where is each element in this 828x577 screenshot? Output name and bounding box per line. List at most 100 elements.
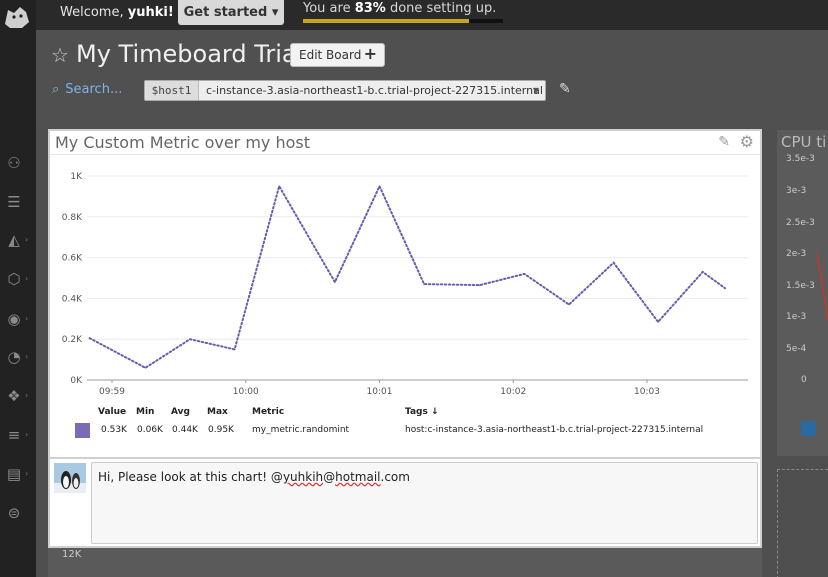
setup-progress-text: You are 83% done setting up.: [303, 1, 497, 16]
legend-metric: my_metric.randomint: [252, 425, 350, 435]
legend-header-tags[interactable]: Tags ↓: [405, 407, 439, 417]
board-header: ☆ My Timeboard Trial Edit Board + ⌕ Search…: [36, 30, 828, 126]
plus-icon: +: [363, 44, 377, 63]
monitors-alert-icon[interactable]: ◉: [4, 309, 24, 329]
apm-gauge-icon[interactable]: ◔: [4, 347, 24, 367]
puzzle-icon[interactable]: ❖: [4, 386, 24, 406]
data-point: [612, 261, 615, 264]
x-tick-label: 10:03: [634, 387, 660, 397]
cpu-legend-swatch: [801, 421, 816, 436]
data-point: [423, 283, 425, 285]
data-point: [189, 338, 191, 340]
page-title: My Timeboard Trial: [76, 40, 304, 68]
legend-swatch: [75, 423, 90, 438]
legend-header-avg: Avg: [171, 407, 190, 417]
cpu-line: [817, 251, 828, 321]
pencil-icon[interactable]: ✎: [559, 81, 571, 97]
background-placeholder: [777, 469, 828, 577]
cpu-tick-label: 3.5e-3: [786, 154, 815, 164]
binoculars-icon[interactable]: ⚇: [4, 153, 24, 173]
search-link[interactable]: ⌕ Search...: [52, 82, 122, 97]
chevron-right-icon: ›: [25, 430, 29, 439]
username: yuhki!: [127, 5, 174, 20]
top-bar: Welcome, yuhki! Get started ▾ You are 83…: [36, 0, 828, 30]
x-tick-label: 10:02: [500, 387, 526, 397]
y-tick-label: 0.8K: [62, 213, 83, 223]
data-point: [233, 348, 236, 351]
data-point: [378, 185, 381, 187]
timeseries-chart[interactable]: 0K 0.2K 0.4K 0.6K 0.8K 1K 09:59 10:00 10:01 10:0…: [50, 155, 760, 407]
series-line: [88, 183, 726, 369]
logs-icon[interactable]: ≡: [4, 425, 24, 445]
get-started-button[interactable]: Get started ▾: [178, 0, 284, 25]
legend-header-max: Max: [207, 407, 228, 417]
comment-input[interactable]: Hi, Please look at this chart! @yuhkih@h…: [91, 462, 758, 544]
setup-progress-bar: [303, 19, 503, 23]
y-tick-label: 0.2K: [62, 335, 83, 345]
legend-header-min: Min: [136, 407, 155, 417]
legend-value: 0.53K: [101, 425, 127, 435]
template-variable-value: c-instance-3.asia-northeast1-b.c.trial-p…: [206, 84, 543, 97]
pencil-icon[interactable]: ✎: [718, 134, 730, 150]
cpu-tick-label: 0: [801, 375, 807, 385]
data-point: [568, 303, 570, 306]
datadog-logo-icon[interactable]: [2, 4, 32, 30]
search-icon: ⌕: [52, 82, 60, 97]
data-point: [479, 284, 481, 286]
gear-icon[interactable]: ⚙: [740, 132, 754, 151]
x-tick-label: 09:59: [99, 387, 125, 397]
metric-widget[interactable]: My Custom Metric over my host ✎ ⚙ 0K 0.2K…: [48, 129, 762, 548]
widget-title: My Custom Metric over my host: [55, 133, 311, 152]
cpu-tick-label: 1e-3: [786, 312, 807, 322]
data-point: [657, 321, 659, 323]
legend-header-metric: Metric: [252, 407, 285, 417]
legend-tags: host:c-instance-3.asia-northeast1-b.c.tr…: [405, 425, 704, 435]
data-point: [144, 366, 147, 369]
metrics-chart-icon[interactable]: ◭: [4, 230, 24, 250]
x-tick-label: 10:01: [367, 387, 393, 397]
chevron-right-icon: ›: [25, 391, 29, 400]
data-point: [523, 273, 526, 275]
chevron-right-icon: ›: [25, 235, 29, 244]
cpu-tick-label: 2e-3: [786, 249, 807, 259]
x-tick-label: 10:00: [233, 387, 259, 397]
integrations-icon[interactable]: ⬡: [4, 269, 24, 289]
chart-legend: Value Min Avg Max Metric Tags ↓ 0.53K 0.…: [50, 407, 760, 438]
chevron-right-icon: ›: [25, 352, 29, 361]
edit-board-button[interactable]: Edit Board +: [290, 43, 385, 67]
y-tick-label: 0.6K: [62, 254, 83, 264]
template-variable-select[interactable]: $host1 c-instance-3.asia-northeast1-b.c.…: [144, 80, 546, 101]
chevron-right-icon: ›: [25, 469, 29, 478]
welcome-text: Welcome, yuhki!: [60, 5, 174, 20]
cpu-tick-label: 3e-3: [786, 186, 807, 196]
y-tick-label: 0K: [70, 376, 83, 386]
data-point: [724, 287, 726, 289]
caret-down-icon: ▼: [532, 86, 539, 95]
cpu-tick-label: 5e-4: [786, 344, 807, 354]
left-nav: ⚇ ☰ ◭ › ⬡ › ◉ › ◔ › ❖ › ≡ › ▤ › ⊜: [0, 0, 36, 577]
background-tick-label: 12K: [62, 549, 82, 560]
cpu-widget-title: CPU ti: [781, 133, 827, 151]
cpu-tick-label: 2.5e-3: [786, 218, 815, 228]
avatar[interactable]: [54, 463, 86, 493]
data-point: [278, 185, 280, 187]
legend-max: 0.95K: [208, 425, 234, 435]
cpu-tick-label: 1.5e-3: [786, 281, 815, 291]
chevron-right-icon: ›: [25, 314, 29, 323]
legend-min: 0.06K: [137, 425, 163, 435]
y-tick-label: 0.4K: [62, 294, 83, 304]
legend-header-value: Value: [98, 407, 127, 417]
chevron-right-icon: ›: [25, 274, 29, 283]
data-point: [88, 337, 91, 339]
y-tick-label: 1K: [70, 172, 83, 182]
data-point: [334, 281, 336, 283]
star-icon[interactable]: ☆: [51, 43, 69, 67]
synthetics-icon[interactable]: ⊜: [4, 503, 24, 523]
template-variable-name: $host1: [145, 81, 199, 100]
notebook-icon[interactable]: ▤: [4, 464, 24, 484]
comment-area: Hi, Please look at this chart! @yuhkih@h…: [50, 457, 760, 546]
data-point: [701, 271, 704, 273]
setup-progress-fill: [303, 19, 469, 23]
dashboard-list-icon[interactable]: ☰: [4, 192, 24, 212]
background-widget: [48, 548, 762, 577]
